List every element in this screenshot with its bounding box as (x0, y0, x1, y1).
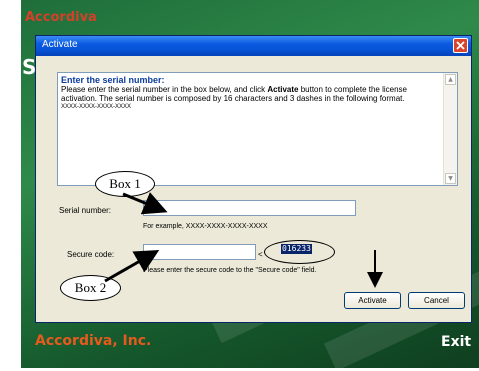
annotation-arrows (104, 192, 383, 288)
arrow-box1 (122, 192, 168, 215)
arrow-box2 (104, 250, 160, 283)
